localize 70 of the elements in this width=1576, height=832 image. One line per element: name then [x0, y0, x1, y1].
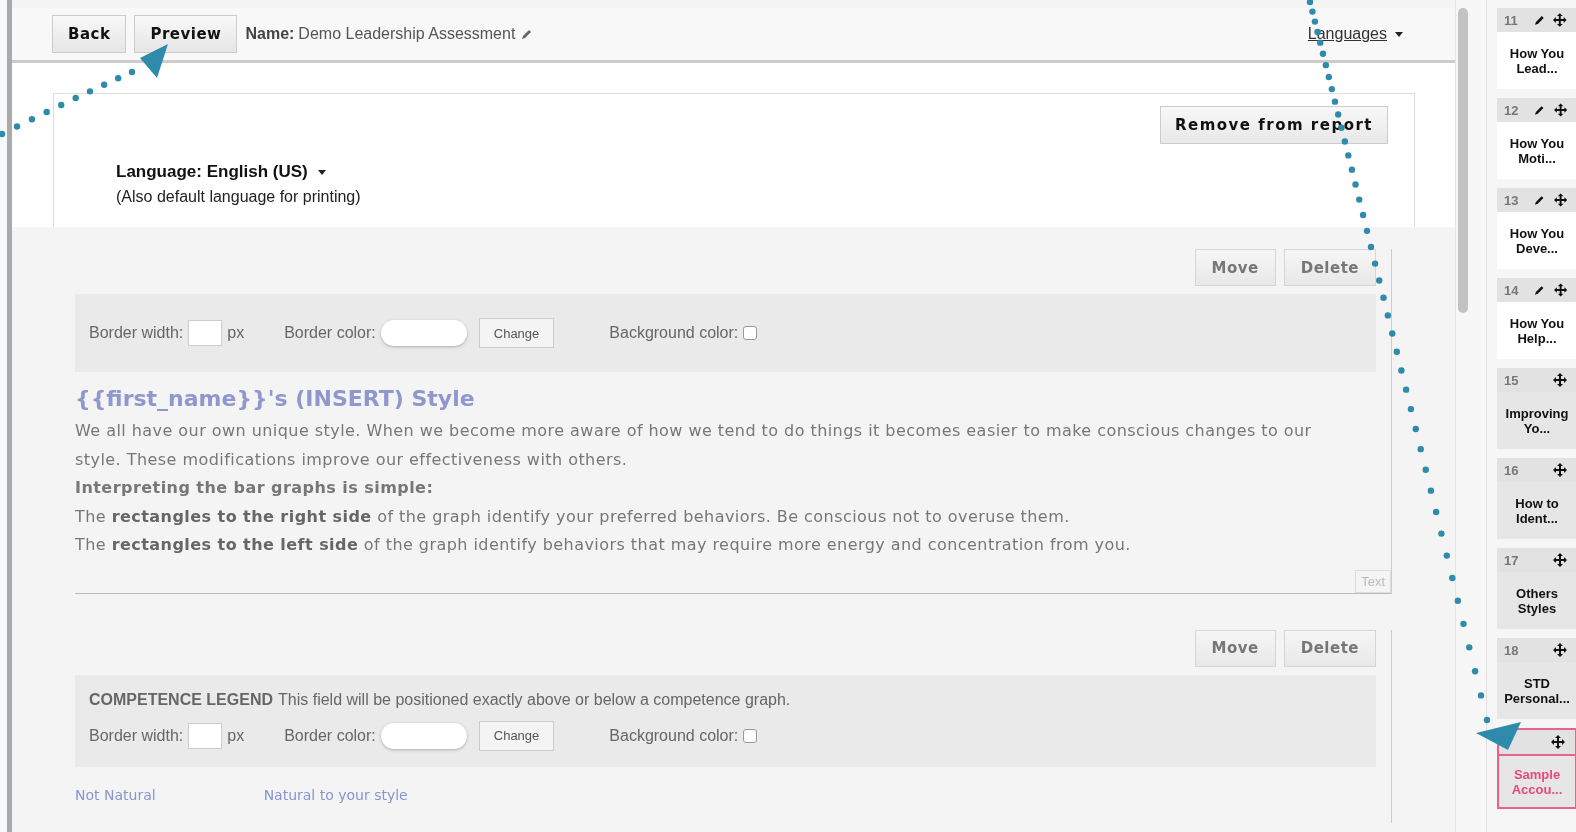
assessment-name: Demo Leadership Assessment	[298, 25, 516, 43]
move-icon[interactable]	[1553, 373, 1567, 387]
background-checkbox[interactable]	[743, 326, 758, 340]
page-title: How You Lead...	[1497, 32, 1576, 89]
header-button[interactable]: Back	[52, 15, 127, 53]
delete-button[interactable]: Delete	[1283, 249, 1376, 286]
move-icon[interactable]	[1553, 463, 1567, 477]
change-button[interactable]: Change	[478, 720, 555, 751]
unit-label: px	[227, 324, 245, 342]
caret-icon	[317, 169, 326, 175]
move-icon[interactable]	[1553, 553, 1567, 567]
page-number: 15	[1504, 372, 1519, 388]
color-swatch-field[interactable]	[380, 722, 467, 749]
page-thumbnail[interactable]: 11 How You Lead...	[1497, 8, 1576, 89]
page-thumbnail[interactable]: 14 How You Help...	[1497, 278, 1576, 359]
move-icon[interactable]	[1553, 643, 1567, 657]
page-title: How You Moti...	[1497, 122, 1576, 179]
border-color-label: Border color:	[284, 324, 376, 342]
delete-button[interactable]: Delete	[1283, 629, 1376, 667]
move-icon[interactable]	[1551, 735, 1565, 749]
page-number: 17	[1504, 552, 1519, 568]
background-checkbox[interactable]	[743, 728, 758, 743]
border-width-label: Border width:	[89, 324, 184, 342]
paragraph: The rectangles to the left side of the graph identify behaviors that may require more energy and concentration from you.	[75, 534, 1132, 556]
paragraph: The rectangles to the right side of the graph identify your preferred behaviors. Be conscious not to overuse them.	[75, 505, 1071, 528]
block-type-tag: Text	[1355, 569, 1391, 593]
move-icon[interactable]	[1553, 193, 1567, 207]
section-title: {{first_name}}'s (INSERT) Style	[75, 386, 476, 411]
border-width-label: Border width:	[89, 726, 184, 745]
page-number: 14	[1504, 282, 1519, 298]
language-selector[interactable]: Language: English (US)	[116, 162, 308, 182]
move-button[interactable]: Move	[1194, 249, 1276, 286]
pencil-icon[interactable]	[1534, 104, 1546, 116]
page-thumbnail[interactable]: 12 How You Moti...	[1497, 98, 1576, 179]
legend-label: Natural to your style	[263, 786, 408, 803]
legend-description: This field will be positioned exactly above or below a competence graph.	[278, 690, 791, 708]
page-number: 13	[1504, 192, 1519, 208]
move-icon[interactable]	[1553, 283, 1567, 297]
border-width-field[interactable]	[188, 722, 223, 749]
legend-label: Not Natural	[75, 786, 156, 803]
change-button[interactable]: Change	[478, 318, 555, 348]
border-color-label: Border color:	[284, 726, 376, 745]
page-number: 12	[1504, 102, 1519, 118]
move-button[interactable]: Move	[1194, 629, 1276, 667]
scrollbar-thumb[interactable]	[1458, 8, 1468, 313]
page-number: 11	[1504, 12, 1518, 28]
paragraph: Interpreting the bar graphs is simple:	[75, 477, 435, 499]
page-number: 18	[1504, 642, 1519, 658]
page-thumbnail[interactable]: 13 How You Deve...	[1497, 188, 1576, 269]
remove-from-report-button[interactable]: Remove from report	[1159, 106, 1388, 144]
pencil-icon[interactable]	[1533, 14, 1546, 26]
move-icon[interactable]	[1553, 13, 1567, 27]
header-button[interactable]: Preview	[134, 15, 238, 53]
border-width-field[interactable]	[188, 320, 223, 346]
legend-title: COMPETENCE LEGEND	[89, 690, 273, 708]
background-color-label: Background color:	[609, 324, 739, 342]
name-label: Name:	[245, 25, 295, 43]
page-title: How You Help...	[1497, 302, 1576, 359]
languages-link[interactable]: Languages	[1307, 25, 1387, 43]
paragraph: We all have our own unique style. When we become more aware of how we tend to do things it becomes easier to make conscious changes to our style. These modifications improve our effectiveness with others.	[75, 420, 1313, 471]
pencil-icon[interactable]	[1534, 194, 1546, 206]
page-number: 16	[1504, 462, 1519, 478]
page-title: How You Deve...	[1497, 212, 1576, 269]
move-icon[interactable]	[1553, 103, 1567, 117]
background-color-label: Background color:	[609, 726, 739, 745]
unit-label: px	[227, 726, 245, 745]
language-note: (Also default language for printing)	[116, 188, 362, 206]
pencil-icon[interactable]	[1534, 284, 1546, 296]
color-swatch-field[interactable]	[380, 320, 467, 346]
caret-icon	[1395, 31, 1403, 37]
